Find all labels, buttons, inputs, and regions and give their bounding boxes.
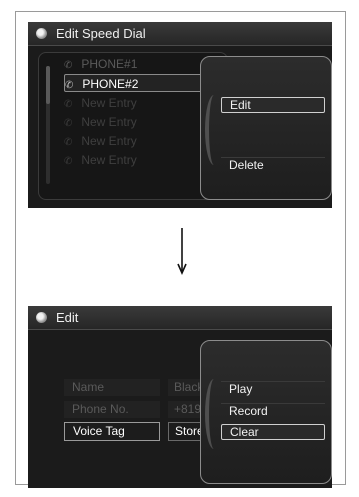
settings-dial-icon: [36, 28, 47, 39]
scrollbar-thumb[interactable]: [46, 66, 50, 104]
field-label: Name: [64, 379, 160, 396]
entry-label: New Entry: [81, 134, 137, 148]
field-label: Phone No.: [64, 401, 160, 418]
edit-screen: Edit Name Black Phone No. +819 Voice Tag…: [28, 306, 332, 488]
phone-icon: ✆: [64, 60, 73, 71]
title-bar: Edit: [28, 306, 332, 330]
entry-action-menu: Edit Delete: [200, 56, 332, 200]
entry-icon: ✆: [64, 99, 73, 110]
entry-icon: ✆: [64, 137, 73, 148]
field-label: Voice Tag: [64, 422, 160, 441]
entry-label: New Entry: [81, 153, 137, 167]
entry-label: PHONE#1: [81, 57, 138, 71]
edit-menu-item[interactable]: Edit: [221, 97, 325, 113]
delete-menu-item[interactable]: Delete: [221, 157, 325, 173]
voice-tag-action-menu: Play Record Clear: [200, 340, 332, 484]
down-arrow-icon: [177, 228, 187, 275]
entry-label: PHONE#2: [82, 77, 139, 91]
phone-icon: ✆: [65, 80, 74, 91]
screen-title: Edit: [56, 310, 79, 325]
clear-menu-item[interactable]: Clear: [221, 424, 325, 440]
play-menu-item[interactable]: Play: [221, 381, 325, 397]
entry-label: New Entry: [81, 96, 137, 110]
settings-dial-icon: [36, 312, 47, 323]
entry-label: New Entry: [81, 115, 137, 129]
title-bar: Edit Speed Dial: [28, 22, 332, 46]
entry-icon: ✆: [64, 118, 73, 129]
screen-title: Edit Speed Dial: [56, 26, 146, 41]
record-menu-item[interactable]: Record: [221, 403, 325, 419]
speed-dial-screen: Edit Speed Dial ✆ PHONE#1 ✆ PHONE#2 ✆ Ne…: [28, 22, 332, 208]
entry-icon: ✆: [64, 156, 73, 167]
